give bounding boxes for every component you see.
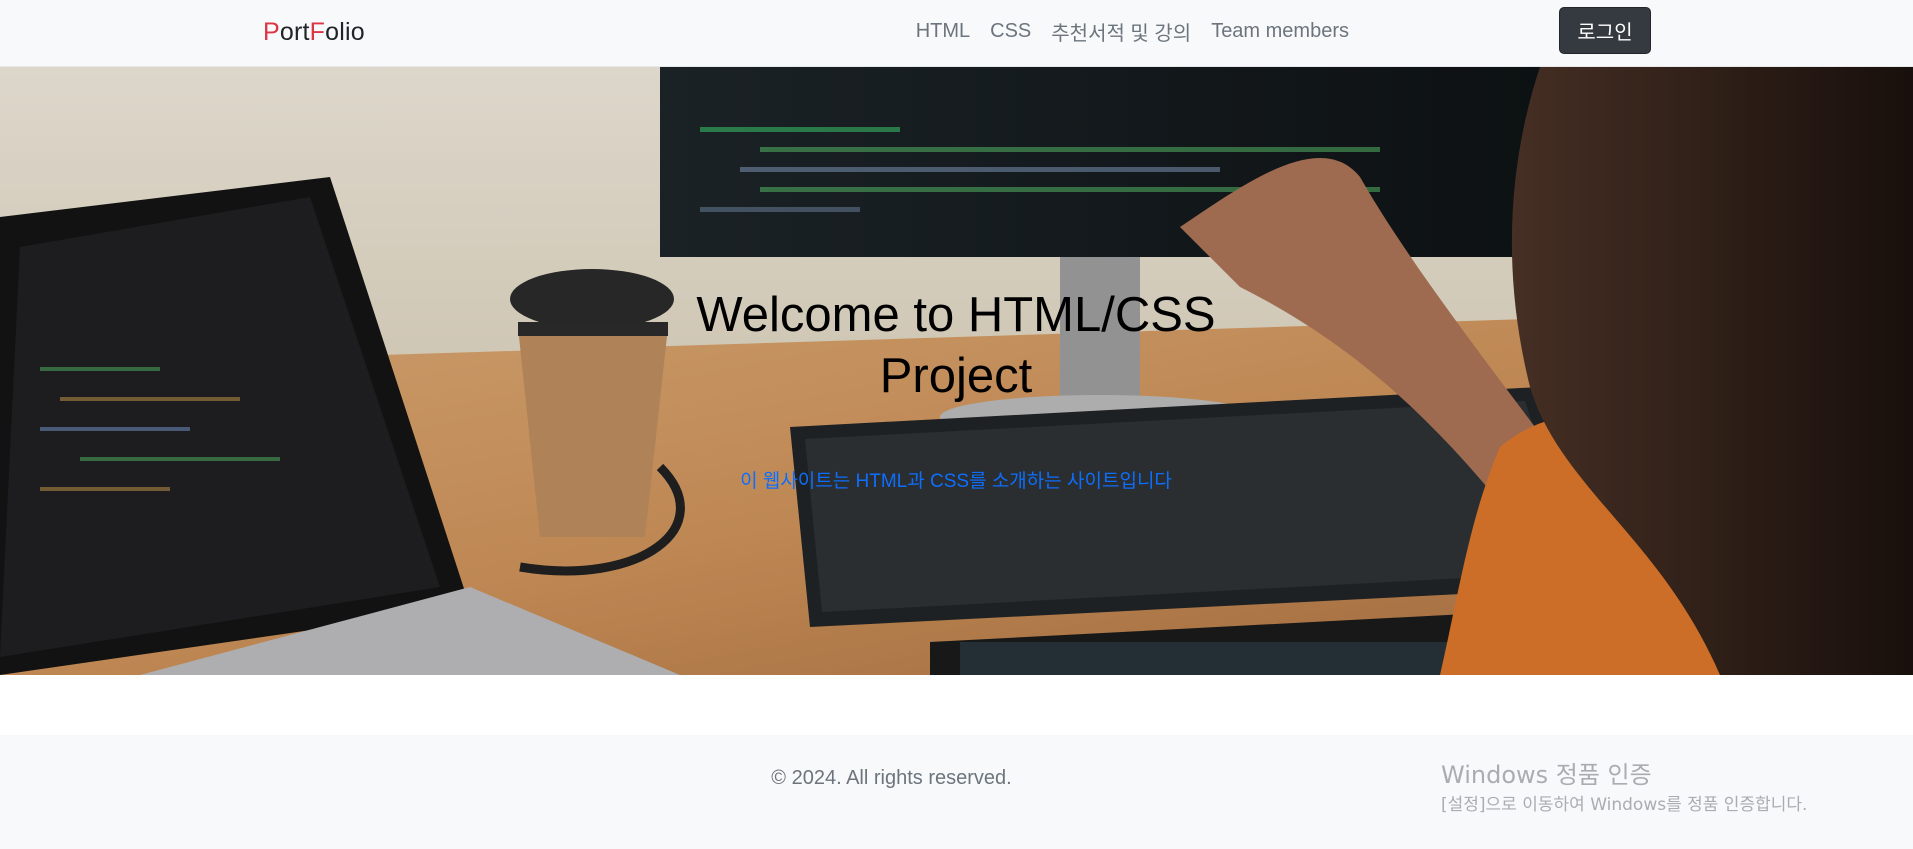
brand-text-ort: ort	[279, 18, 310, 46]
hero-title-line-2: Project	[879, 349, 1033, 403]
nav-link-team-members[interactable]: Team members	[1211, 20, 1349, 43]
hero-title-line-1: Welcome to HTML/CSS	[696, 288, 1216, 342]
footer-copyright: © 2024. All rights reserved.	[771, 767, 1012, 789]
nav-link-books-lectures[interactable]: 추천서적 및 강의	[1051, 17, 1191, 46]
watermark-title: Windows 정품 인증	[1441, 761, 1652, 789]
login-button[interactable]: 로그인	[1559, 7, 1651, 54]
hero-title: Welcome to HTML/CSS Project	[656, 285, 1256, 407]
top-navbar: PortFolio HTML CSS 추천서적 및 강의 Team member…	[0, 0, 1913, 67]
brand-text-olio: olio	[325, 18, 365, 46]
brand-letter-f: F	[309, 18, 326, 46]
nav-link-html[interactable]: HTML	[916, 20, 970, 43]
windows-activation-watermark: Windows 정품 인증 [설정]으로 이동하여 Windows를 정품 인증…	[1441, 760, 1807, 816]
nav-links: HTML CSS 추천서적 및 강의 Team members	[916, 8, 1349, 54]
watermark-subtitle: [설정]으로 이동하여 Windows를 정품 인증합니다.	[1441, 795, 1808, 815]
brand-letter-p: P	[263, 18, 280, 46]
brand-logo[interactable]: PortFolio	[263, 17, 365, 47]
hero-subtitle: 이 웹사이트는 HTML과 CSS를 소개하는 사이트입니다	[740, 471, 1172, 492]
nav-link-css[interactable]: CSS	[990, 20, 1031, 43]
hero-section: Welcome to HTML/CSS Project 이 웹사이트는 HTML…	[0, 67, 1913, 675]
